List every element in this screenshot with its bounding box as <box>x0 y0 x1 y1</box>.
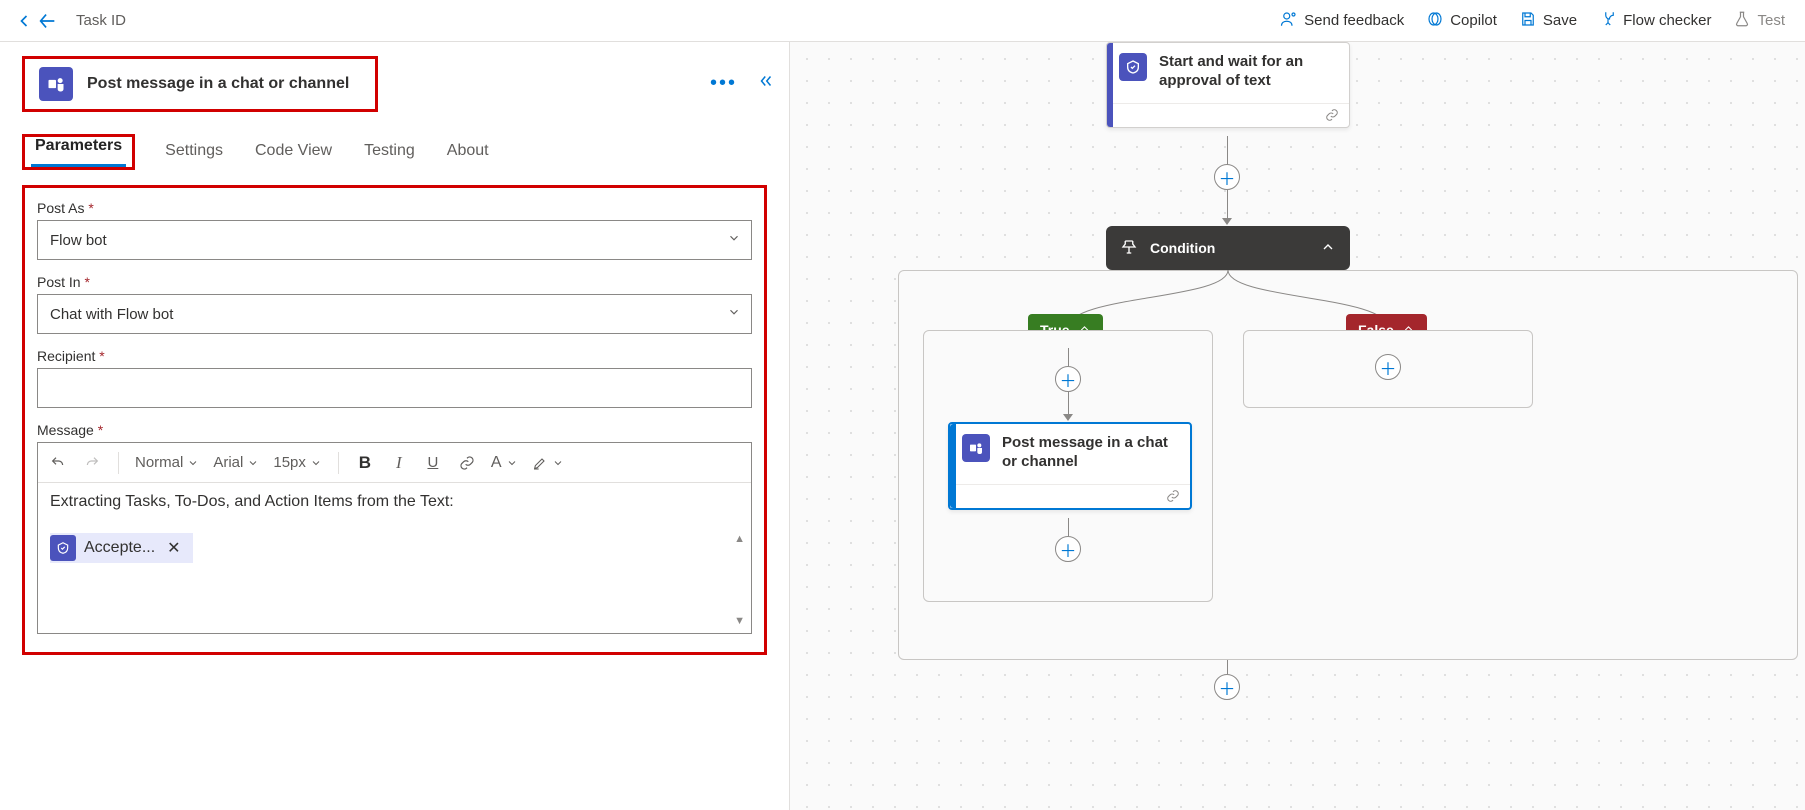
teams-icon <box>962 434 990 462</box>
approval-icon <box>1119 53 1147 81</box>
bold-button[interactable]: B <box>355 453 375 473</box>
tabs: Parameters Settings Code View Testing Ab… <box>22 134 767 171</box>
post-message-card[interactable]: Post message in a chat or channel <box>948 422 1192 510</box>
copilot-button[interactable]: Copilot <box>1426 10 1497 32</box>
dynamic-token[interactable]: Accepte... ✕ <box>50 533 193 563</box>
add-step-button[interactable]: ＋ <box>1214 674 1240 700</box>
add-step-button[interactable]: ＋ <box>1055 536 1081 562</box>
approval-title: Start and wait for an approval of text <box>1159 53 1337 91</box>
token-label: Accepte... <box>84 539 155 557</box>
post-as-select[interactable]: Flow bot <box>37 220 752 260</box>
undo-button[interactable] <box>48 455 68 471</box>
underline-button[interactable]: U <box>423 454 443 471</box>
test-label: Test <box>1757 12 1785 29</box>
message-body[interactable]: Extracting Tasks, To-Dos, and Action Ite… <box>38 483 751 633</box>
flow-canvas[interactable]: Start and wait for an approval of text ＋… <box>790 42 1805 810</box>
parameters-panel: Post As * Flow bot Post In * Chat with F… <box>22 185 767 655</box>
flow-checker-label: Flow checker <box>1623 12 1711 29</box>
connection-icon <box>1166 489 1180 503</box>
recipient-label: Recipient * <box>37 348 752 364</box>
test-button[interactable]: Test <box>1733 10 1785 32</box>
font-color-button[interactable]: A <box>491 454 518 472</box>
font-dropdown[interactable]: Arial <box>213 454 259 471</box>
tab-about[interactable]: About <box>445 134 491 170</box>
redo-button[interactable] <box>82 455 102 471</box>
tab-testing[interactable]: Testing <box>362 134 417 170</box>
more-menu-button[interactable]: ••• <box>710 72 737 95</box>
style-dropdown[interactable]: Normal <box>135 454 199 471</box>
post-as-label: Post As * <box>37 200 752 216</box>
send-feedback-button[interactable]: Send feedback <box>1280 10 1404 32</box>
scroll-up-icon[interactable]: ▲ <box>734 533 745 545</box>
post-in-value: Chat with Flow bot <box>50 306 173 323</box>
recipient-input[interactable] <box>37 368 752 408</box>
save-icon <box>1519 10 1537 32</box>
top-bar: Task ID Send feedback Copilot Save Flow … <box>0 0 1805 42</box>
action-title: Post message in a chat or channel <box>87 75 349 93</box>
post-message-title: Post message in a chat or channel <box>1002 434 1178 472</box>
message-text: Extracting Tasks, To-Dos, and Action Ite… <box>50 493 739 511</box>
token-icon <box>50 535 76 561</box>
approval-card[interactable]: Start and wait for an approval of text <box>1106 42 1350 128</box>
tab-settings[interactable]: Settings <box>163 134 225 170</box>
condition-label: Condition <box>1150 240 1215 256</box>
add-step-button[interactable]: ＋ <box>1214 164 1240 190</box>
rte-toolbar: Normal Arial 15px B I U A <box>38 443 751 483</box>
chevron-up-icon[interactable] <box>1320 239 1336 258</box>
collapse-pane-button[interactable] <box>757 72 775 95</box>
scroll-down-icon[interactable]: ▼ <box>734 615 745 627</box>
topbar-left: Task ID <box>14 10 126 32</box>
save-label: Save <box>1543 12 1577 29</box>
back-arrow-icon[interactable] <box>36 10 58 32</box>
post-in-label: Post In * <box>37 274 752 290</box>
teams-icon <box>39 67 73 101</box>
flow-checker-icon <box>1599 10 1617 32</box>
feedback-label: Send feedback <box>1304 12 1404 29</box>
topbar-right: Send feedback Copilot Save Flow checker … <box>1280 10 1785 32</box>
action-header[interactable]: Post message in a chat or channel <box>22 56 378 112</box>
highlight-button[interactable] <box>532 455 564 471</box>
back-button[interactable] <box>14 11 34 31</box>
size-dropdown[interactable]: 15px <box>273 454 322 471</box>
italic-button[interactable]: I <box>389 453 409 473</box>
test-icon <box>1733 10 1751 32</box>
copilot-icon <box>1426 10 1444 32</box>
feedback-icon <box>1280 10 1298 32</box>
details-pane: Post message in a chat or channel ••• Pa… <box>0 42 790 810</box>
chevron-down-icon <box>727 231 741 249</box>
condition-icon <box>1120 238 1138 259</box>
link-button[interactable] <box>457 455 477 471</box>
flow-checker-button[interactable]: Flow checker <box>1599 10 1711 32</box>
connection-icon <box>1325 108 1339 122</box>
condition-card[interactable]: Condition <box>1106 226 1350 270</box>
save-button[interactable]: Save <box>1519 10 1577 32</box>
copilot-label: Copilot <box>1450 12 1497 29</box>
add-step-button[interactable]: ＋ <box>1055 366 1081 392</box>
post-in-select[interactable]: Chat with Flow bot <box>37 294 752 334</box>
chevron-down-icon <box>727 305 741 323</box>
post-as-value: Flow bot <box>50 232 107 249</box>
add-step-button[interactable]: ＋ <box>1375 354 1401 380</box>
breadcrumb[interactable]: Task ID <box>76 12 126 29</box>
message-label: Message * <box>37 422 752 438</box>
message-editor[interactable]: Normal Arial 15px B I U A Extracting Tas… <box>37 442 752 634</box>
token-remove-button[interactable]: ✕ <box>163 538 184 558</box>
tab-parameters[interactable]: Parameters <box>31 129 126 167</box>
tab-code-view[interactable]: Code View <box>253 134 334 170</box>
